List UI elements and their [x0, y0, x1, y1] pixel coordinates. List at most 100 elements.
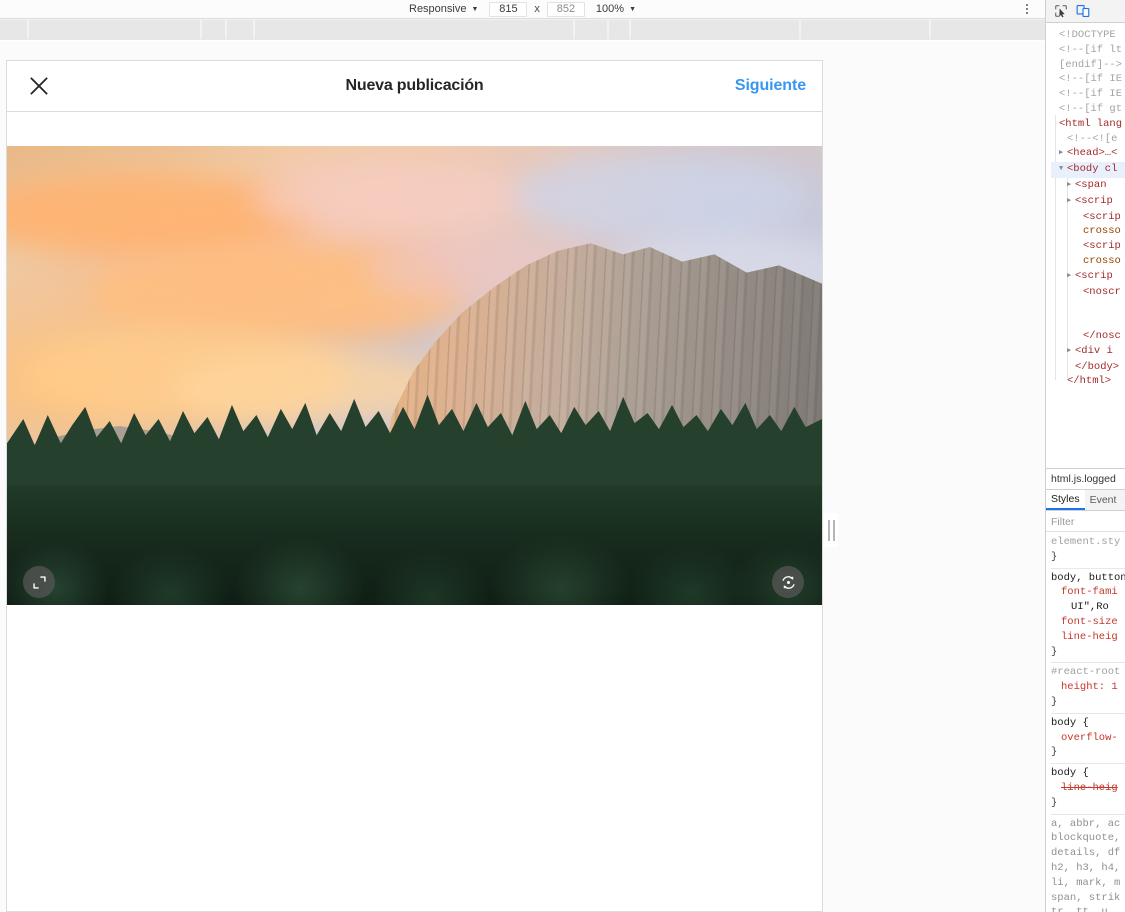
dom-tree[interactable]: <!DOCTYPE <!--[if lt [endif]--> <!--[if IE <… [1046, 23, 1125, 389]
css-reset-rule[interactable]: a, abbr, ac blockquote, details, df h2, h3,… [1051, 815, 1125, 912]
dom-node[interactable]: <scrip [1051, 239, 1125, 254]
viewport-dimensions: 815 x 852 [489, 1, 585, 17]
dom-node-label: <div i [1075, 344, 1113, 357]
chevron-down-icon[interactable]: ▼ [1059, 162, 1067, 177]
css-declaration[interactable]: font-fami [1051, 585, 1125, 600]
css-reset-selector-line: li, mark, m [1051, 876, 1121, 889]
dom-node-label: <scrip [1075, 269, 1113, 282]
tab-event-listeners[interactable]: Event [1085, 490, 1122, 510]
dom-node[interactable]: <!--[if IE [1051, 72, 1125, 87]
dom-node[interactable]: crosso [1051, 254, 1125, 269]
css-declaration[interactable]: line-heig [1051, 781, 1125, 796]
kebab-menu-icon[interactable] [1019, 1, 1035, 17]
expand-crop-icon[interactable] [23, 566, 55, 598]
viewport-resize-grip-icon[interactable] [824, 513, 838, 547]
chevron-right-icon[interactable]: ▶ [1067, 178, 1075, 193]
dom-node[interactable]: <noscr [1051, 285, 1125, 300]
css-reset-selector-list: a, abbr, ac blockquote, details, df h2, h3,… [1051, 817, 1125, 912]
dom-node[interactable]: ▶ <scrip [1051, 194, 1125, 210]
ruler-segment [29, 20, 200, 40]
dom-node-label: <noscr [1083, 285, 1121, 298]
dom-node[interactable]: <!--[if IE [1051, 87, 1125, 102]
styles-filter-input[interactable]: Filter [1046, 512, 1125, 532]
device-preset-ruler[interactable] [0, 18, 1045, 40]
dom-node[interactable]: <html lang [1051, 117, 1125, 132]
dom-node[interactable]: </body> [1051, 360, 1125, 375]
chevron-right-icon[interactable]: ▶ [1059, 146, 1067, 161]
css-rule-close-brace: } [1051, 550, 1058, 563]
css-declaration[interactable]: line-heig [1051, 630, 1125, 645]
toggle-device-toolbar-icon[interactable] [1075, 4, 1090, 19]
ruler-segment [575, 20, 607, 40]
dom-node[interactable]: ▶ <scrip [1051, 269, 1125, 285]
dom-node-label: </html> [1067, 375, 1112, 388]
css-rule-close-brace: } [1051, 746, 1058, 759]
css-rules-host: element.sty} body, button font-fami UI",Ro f… [1051, 533, 1125, 815]
zoom-level-dropdown[interactable]: 100% ▼ [594, 2, 638, 17]
ruler-segment [931, 20, 1045, 40]
chevron-right-icon[interactable]: ▶ [1067, 269, 1075, 284]
dom-node[interactable]: [endif]--> [1051, 58, 1125, 73]
dom-node-label: crosso [1083, 254, 1121, 267]
next-button[interactable]: Siguiente [735, 77, 806, 95]
chevron-right-icon[interactable]: ▶ [1067, 194, 1075, 209]
css-selector: element.sty [1051, 536, 1121, 548]
kebab-dot [1026, 12, 1028, 14]
ruler-segment [202, 20, 225, 40]
css-declaration[interactable]: overflow- [1051, 731, 1125, 746]
ruler-segment [255, 20, 573, 40]
css-rule[interactable]: body {overflow-} [1051, 714, 1125, 765]
dom-node[interactable]: ▶ <span [1051, 178, 1125, 194]
css-rule[interactable]: body {line-heig} [1051, 764, 1125, 815]
css-reset-selector-line: span, strik [1051, 891, 1121, 904]
dom-node[interactable]: ▶ <div i [1051, 344, 1125, 360]
css-rule[interactable]: body, button font-fami UI",Ro font-size line… [1051, 569, 1125, 664]
css-reset-selector-line: a, abbr, ac [1051, 817, 1121, 830]
css-reset-selector-line: tr, tt, u, [1051, 905, 1125, 912]
ruler-segment [609, 20, 629, 40]
dom-node[interactable]: <!--<![e [1051, 132, 1125, 147]
dom-node-label: <!--[if gt [1059, 102, 1123, 115]
forest-canopy [7, 467, 822, 605]
tab-styles[interactable]: Styles [1046, 490, 1085, 510]
rotate-gallery-icon[interactable] [772, 566, 804, 598]
dom-node[interactable]: crosso [1051, 224, 1125, 239]
dom-node[interactable] [1051, 299, 1125, 314]
close-x-icon[interactable] [25, 72, 53, 100]
dom-node[interactable]: <!--[if gt [1051, 102, 1125, 117]
ruler-segment [227, 20, 253, 40]
dom-node[interactable] [1051, 314, 1125, 329]
inspect-element-icon[interactable] [1053, 4, 1068, 19]
chevron-down-icon: ▼ [471, 5, 479, 13]
css-declaration[interactable]: height: 1 [1051, 680, 1125, 695]
dom-node[interactable]: <scrip [1051, 210, 1125, 225]
dom-node-label: <body cl [1067, 163, 1118, 176]
dom-node[interactable]: </nosc [1051, 329, 1125, 344]
breadcrumb[interactable]: html.js.logged [1046, 468, 1125, 488]
css-declaration[interactable]: font-size [1051, 615, 1125, 630]
new-post-media-body [7, 112, 822, 911]
viewport-width-input[interactable]: 815 [489, 1, 528, 17]
chevron-right-icon[interactable]: ▶ [1067, 344, 1075, 359]
css-rule-close-brace: } [1051, 796, 1058, 809]
responsive-design-toolbar: Responsive ▼ 815 x 852 100% ▼ [0, 0, 1045, 18]
dom-node-label: [endif]--> [1059, 58, 1123, 71]
dom-node[interactable]: <!DOCTYPE [1051, 28, 1125, 43]
dom-node[interactable]: </html> [1051, 374, 1125, 389]
dom-node[interactable]: ▶ <head>…< [1051, 146, 1125, 162]
grip-bar [827, 519, 830, 541]
device-preset-dropdown[interactable]: Responsive ▼ [407, 2, 480, 17]
dom-node[interactable]: ▼ <body cl [1051, 162, 1125, 178]
breadcrumb-node: html.js.logged [1051, 472, 1116, 485]
browser-viewport-pane: Responsive ▼ 815 x 852 100% ▼ Nueva publ… [0, 0, 1045, 912]
dom-node-label: <!DOCTYPE [1059, 29, 1116, 41]
viewport-height-input[interactable]: 852 [546, 1, 585, 17]
dom-node[interactable]: <!--[if lt [1051, 43, 1125, 58]
css-rule[interactable]: element.sty} [1051, 533, 1125, 569]
css-rules-list[interactable]: element.sty} body, button font-fami UI",Ro f… [1046, 533, 1125, 912]
dom-node-label: crosso [1083, 225, 1121, 238]
kebab-dot [1026, 4, 1028, 6]
photo-preview[interactable] [7, 146, 822, 605]
grip-bar [832, 519, 835, 541]
css-rule[interactable]: #react-root height: 1} [1051, 663, 1125, 714]
